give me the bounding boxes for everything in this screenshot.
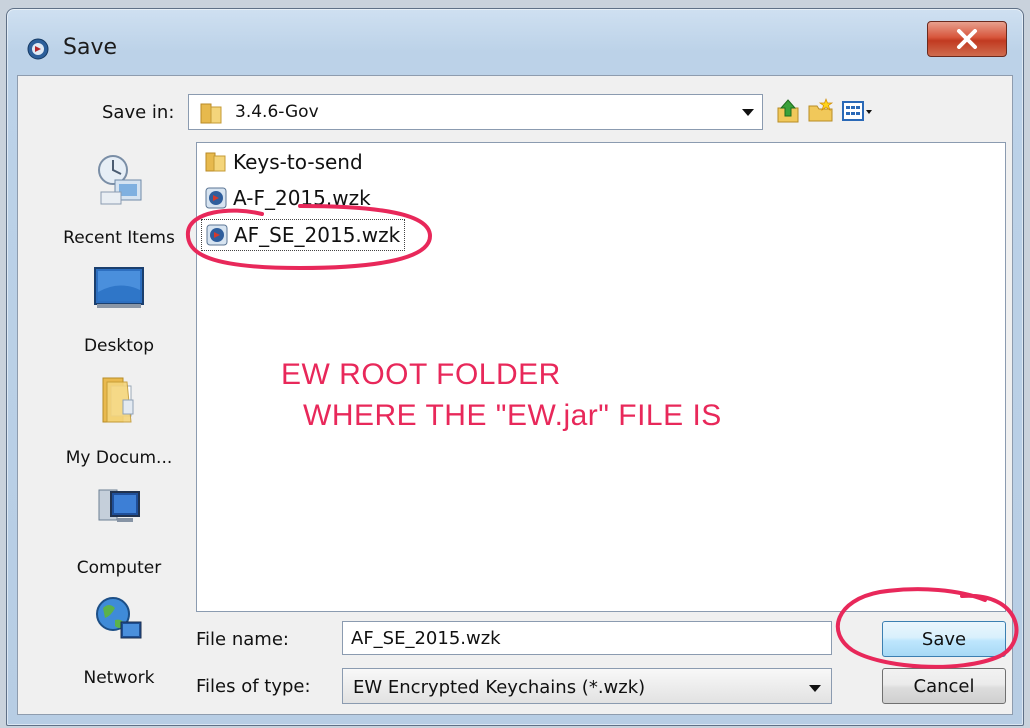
my-documents-icon xyxy=(102,377,134,423)
wzk-file-icon xyxy=(206,224,228,246)
folder-icon xyxy=(200,103,222,124)
place-recent-items[interactable]: Recent Items xyxy=(44,152,194,252)
place-label: Recent Items xyxy=(63,228,175,248)
up-folder-icon xyxy=(777,99,799,123)
list-item-af-se-2015[interactable]: AF_SE_2015.wzk xyxy=(201,219,406,251)
app-icon xyxy=(27,38,49,60)
computer-icon xyxy=(98,489,140,522)
place-computer[interactable]: Computer xyxy=(44,482,194,582)
list-item-a-f-2015[interactable]: A-F_2015.wzk xyxy=(205,183,371,213)
dialog-title: Save xyxy=(63,35,118,60)
annotation-line-1: EW ROOT FOLDER xyxy=(281,358,561,391)
places-bar: Recent Items Desktop My Docum... Compute… xyxy=(44,146,194,688)
new-folder-button[interactable] xyxy=(806,96,836,126)
dialog-body: Save in: 3.4.6-Gov Recent Items Desktop … xyxy=(17,75,1013,715)
close-button[interactable] xyxy=(927,21,1007,57)
up-one-level-button[interactable] xyxy=(774,96,804,126)
file-type-label: Files of type: xyxy=(196,676,311,697)
wzk-file-icon xyxy=(205,187,227,209)
network-icon xyxy=(96,597,142,639)
close-icon xyxy=(957,29,977,49)
file-name-label: File name: xyxy=(196,629,289,650)
list-item-keys-to-send[interactable]: Keys-to-send xyxy=(205,147,363,177)
save-button[interactable]: Save xyxy=(882,621,1006,657)
file-type-dropdown[interactable]: EW Encrypted Keychains (*.wzk) xyxy=(342,668,832,704)
recent-items-icon xyxy=(98,155,142,205)
cancel-button[interactable]: Cancel xyxy=(882,668,1006,704)
save-in-label: Save in: xyxy=(102,102,175,123)
place-label: My Docum... xyxy=(65,448,173,468)
save-in-value: 3.4.6-Gov xyxy=(235,102,319,122)
place-label: Network xyxy=(83,668,155,688)
file-name: Keys-to-send xyxy=(233,150,363,174)
save-in-dropdown[interactable]: 3.4.6-Gov xyxy=(188,94,763,130)
place-label: Desktop xyxy=(83,336,155,356)
file-name: AF_SE_2015.wzk xyxy=(234,223,401,247)
view-menu-button[interactable] xyxy=(840,96,874,126)
annotation-line-2: WHERE THE "EW.jar" FILE IS xyxy=(303,399,722,432)
title-bar[interactable]: Save xyxy=(7,9,1023,79)
chevron-down-icon xyxy=(742,109,754,116)
place-label: Computer xyxy=(76,558,162,578)
place-network[interactable]: Network xyxy=(44,592,194,692)
file-list[interactable]: Keys-to-send A-F_2015.wzk AF_SE_2015.wzk xyxy=(196,142,1006,612)
desktop-icon xyxy=(94,267,144,308)
save-dialog: Save Save in: 3.4.6-Gov Recent Items Des… xyxy=(6,8,1024,726)
view-menu-icon xyxy=(842,101,872,121)
file-type-value: EW Encrypted Keychains (*.wzk) xyxy=(353,677,646,698)
folder-icon xyxy=(205,152,226,172)
place-desktop[interactable]: Desktop xyxy=(44,260,194,360)
file-name: A-F_2015.wzk xyxy=(233,186,371,210)
chevron-down-icon xyxy=(809,685,821,692)
file-name-input[interactable]: AF_SE_2015.wzk xyxy=(342,621,832,655)
place-my-documents[interactable]: My Docum... xyxy=(44,372,194,472)
new-folder-icon xyxy=(808,98,834,122)
